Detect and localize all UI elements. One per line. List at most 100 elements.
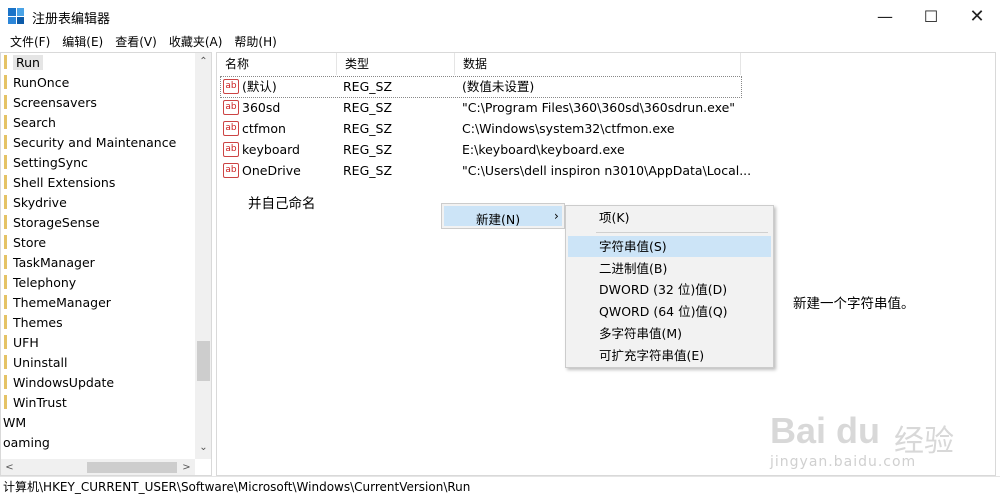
scroll-left-icon[interactable]: <	[1, 459, 18, 475]
value-data: (数值未设置)	[462, 79, 535, 94]
tree-item[interactable]: UFH	[4, 333, 39, 353]
close-button[interactable]: ✕	[954, 0, 1000, 32]
folder-icon	[4, 235, 7, 249]
watermark-url: jingyan.baidu.com	[770, 454, 917, 470]
maximize-button[interactable]: ☐	[908, 0, 954, 32]
tree-vertical-scrollbar[interactable]: ⌃ ⌄	[195, 53, 211, 459]
tree-item[interactable]: Search	[4, 113, 56, 133]
tree-horizontal-scrollbar[interactable]: < >	[1, 459, 195, 475]
folder-icon	[4, 155, 7, 169]
submenu-item-key[interactable]: 项(K)	[568, 207, 771, 228]
regedit-app-icon	[8, 8, 24, 24]
tree-item[interactable]: Security and Maintenance	[4, 133, 176, 153]
value-data: C:\Windows\system32\ctfmon.exe	[462, 121, 675, 136]
tree-item[interactable]: StorageSense	[4, 213, 100, 233]
submenu-item-multi-string-value[interactable]: 多字符串值(M)	[568, 323, 771, 344]
submenu-item-qword-value[interactable]: QWORD (64 位)值(Q)	[568, 301, 771, 322]
value-row[interactable]: ab keyboard REG_SZ E:\keyboard\keyboard.…	[221, 140, 741, 160]
scroll-up-icon[interactable]: ⌃	[195, 53, 211, 70]
folder-icon	[4, 195, 7, 209]
tree-item[interactable]: WinTrust	[4, 393, 67, 413]
context-menu: 新建(N) ›	[441, 203, 565, 229]
value-type: REG_SZ	[343, 121, 393, 136]
annotation-rename: 并自己命名	[248, 196, 316, 212]
string-value-icon: ab	[223, 100, 239, 115]
folder-icon	[4, 295, 7, 309]
value-row[interactable]: ab 360sd REG_SZ "C:\Program Files\360\36…	[221, 98, 741, 118]
value-row[interactable]: ab (默认) REG_SZ (数值未设置)	[220, 76, 742, 98]
folder-icon	[4, 55, 7, 69]
annotation-new-string: 新建一个字符串值。	[793, 296, 915, 312]
tree-item[interactable]: Skydrive	[4, 193, 67, 213]
menu-favorites[interactable]: 收藏夹(A)	[163, 32, 229, 52]
tree-item[interactable]: Screensavers	[4, 93, 97, 113]
value-type: REG_SZ	[343, 79, 393, 94]
folder-icon	[4, 355, 7, 369]
value-name: keyboard	[242, 142, 300, 157]
tree-item[interactable]: Uninstall	[4, 353, 68, 373]
column-header-data[interactable]: 数据	[455, 53, 741, 75]
registry-tree[interactable]: Run RunOnce Screensavers Search Security…	[0, 52, 212, 476]
folder-icon	[4, 275, 7, 289]
folder-icon	[4, 175, 7, 189]
tree-item[interactable]: WM	[3, 413, 26, 433]
value-data: "C:\Users\dell inspiron n3010\AppData\Lo…	[462, 163, 752, 178]
string-value-icon: ab	[223, 163, 239, 178]
menu-help[interactable]: 帮助(H)	[228, 32, 282, 52]
value-type: REG_SZ	[343, 142, 393, 157]
folder-icon	[4, 75, 7, 89]
tree-item[interactable]: Store	[4, 233, 46, 253]
tree-item[interactable]: TaskManager	[4, 253, 95, 273]
folder-icon	[4, 315, 7, 329]
submenu-item-dword-value[interactable]: DWORD (32 位)值(D)	[568, 279, 771, 300]
column-header-type[interactable]: 类型	[337, 53, 455, 75]
submenu-item-string-value[interactable]: 字符串值(S)	[568, 236, 771, 257]
tree-item[interactable]: RunOnce	[4, 73, 69, 93]
menu-edit[interactable]: 编辑(E)	[56, 32, 109, 52]
tree-item[interactable]: oaming	[3, 433, 50, 453]
folder-icon	[4, 395, 7, 409]
minimize-button[interactable]: —	[862, 0, 908, 32]
tree-item[interactable]: Themes	[4, 313, 63, 333]
value-name: ctfmon	[242, 121, 286, 136]
menu-view[interactable]: 查看(V)	[109, 32, 163, 52]
tree-scroll-thumb[interactable]	[197, 341, 210, 381]
folder-icon	[4, 95, 7, 109]
tree-item[interactable]: Run	[4, 53, 43, 73]
value-row[interactable]: ab OneDrive REG_SZ "C:\Users\dell inspir…	[221, 161, 751, 181]
watermark-logo: Bai du	[770, 410, 881, 451]
submenu-separator	[596, 232, 768, 233]
context-menu-new[interactable]: 新建(N) ›	[444, 206, 562, 227]
value-type: REG_SZ	[343, 163, 393, 178]
value-name: (默认)	[242, 79, 277, 94]
submenu-item-expandable-string-value[interactable]: 可扩充字符串值(E)	[568, 345, 771, 366]
tree-item[interactable]: SettingSync	[4, 153, 88, 173]
folder-icon	[4, 255, 7, 269]
tree-item[interactable]: Shell Extensions	[4, 173, 115, 193]
folder-icon	[4, 215, 7, 229]
title-bar: 注册表编辑器 — ☐ ✕	[0, 0, 1000, 32]
menu-file[interactable]: 文件(F)	[4, 32, 56, 52]
new-submenu: 项(K) 字符串值(S) 二进制值(B) DWORD (32 位)值(D) QW…	[565, 205, 774, 368]
scroll-right-icon[interactable]: >	[178, 459, 195, 475]
string-value-icon: ab	[223, 142, 239, 157]
value-name: 360sd	[242, 100, 281, 115]
tree-item[interactable]: ThemeManager	[4, 293, 111, 313]
string-value-icon: ab	[223, 121, 239, 136]
registry-path: 计算机\HKEY_CURRENT_USER\Software\Microsoft…	[3, 480, 471, 494]
scroll-down-icon[interactable]: ⌄	[195, 439, 211, 456]
submenu-item-binary-value[interactable]: 二进制值(B)	[568, 258, 771, 279]
folder-icon	[4, 375, 7, 389]
submenu-arrow-icon: ›	[554, 209, 559, 223]
tree-item[interactable]: Telephony	[4, 273, 76, 293]
baidu-jingyan-watermark: Bai du 经验 jingyan.baidu.com	[770, 410, 990, 474]
value-row[interactable]: ab ctfmon REG_SZ C:\Windows\system32\ctf…	[221, 119, 741, 139]
tree-hscroll-thumb[interactable]	[87, 462, 177, 473]
folder-icon	[4, 135, 7, 149]
context-menu-new-label: 新建(N)	[476, 212, 521, 227]
value-type: REG_SZ	[343, 100, 393, 115]
menu-bar: 文件(F) 编辑(E) 查看(V) 收藏夹(A) 帮助(H)	[0, 32, 1000, 52]
tree-item[interactable]: WindowsUpdate	[4, 373, 114, 393]
value-data: "C:\Program Files\360\360sd\360sdrun.exe…	[462, 100, 736, 115]
column-header-name[interactable]: 名称	[217, 53, 337, 75]
